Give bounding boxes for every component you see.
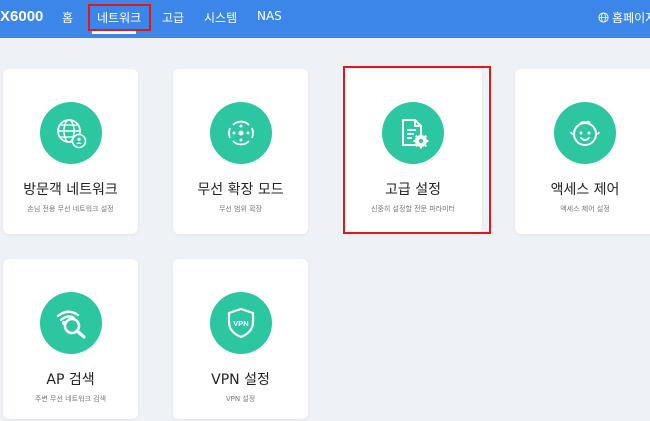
svg-text:VPN: VPN [233, 319, 248, 328]
globe-user-icon [39, 102, 102, 164]
homepage-link[interactable]: 홈페이지 [598, 9, 650, 26]
nav-nas[interactable]: NAS [257, 9, 282, 23]
vpn-shield-icon: VPN [209, 292, 272, 354]
card-access-control[interactable]: 액세스 제어 액세스 제어 설정 [515, 69, 650, 234]
nav-system[interactable]: 시스템 [204, 9, 237, 26]
card-description: 손님 전용 무선 네트워크 설정 [27, 205, 114, 213]
card-description: 무선 범위 확장 [218, 205, 263, 213]
document-gear-icon [382, 102, 444, 164]
card-wireless-extend[interactable]: 무선 확장 모드 무선 범위 확장 [173, 69, 308, 234]
signal-extend-icon [209, 102, 272, 164]
nav-network[interactable]: 네트워크 [97, 9, 141, 26]
nav-advanced[interactable]: 고급 [162, 9, 184, 26]
card-vpn-settings[interactable]: VPN VPN 설정 VPN 설정 [173, 259, 308, 419]
top-nav-bar: X6000 홈 네트워크 고급 시스템 NAS 홈페이지 [0, 0, 650, 38]
card-ap-search[interactable]: AP 검색 주변 무선 네트워크 검색 [3, 259, 138, 419]
active-nav-indicator [92, 31, 136, 34]
brand-title: X6000 [0, 8, 44, 25]
card-title: VPN 설정 [211, 372, 270, 388]
card-advanced-settings[interactable]: 고급 설정 신중히 설정할 전문 파라미터 [344, 69, 482, 234]
card-title: 무선 확장 모드 [197, 182, 284, 198]
card-title: 액세스 제어 [550, 182, 620, 198]
globe-icon [598, 12, 609, 23]
card-description: 주변 무선 네트워크 검색 [34, 395, 107, 403]
card-description: VPN 설정 [225, 395, 256, 403]
nav-home[interactable]: 홈 [62, 9, 73, 26]
child-face-icon [554, 102, 616, 164]
homepage-link-label: 홈페이지 [612, 11, 650, 25]
card-title: 고급 설정 [385, 182, 441, 198]
card-title: AP 검색 [46, 372, 95, 388]
wifi-search-icon [39, 292, 102, 354]
card-title: 방문객 네트워크 [23, 182, 118, 198]
card-guest-network[interactable]: 방문객 네트워크 손님 전용 무선 네트워크 설정 [3, 69, 138, 234]
card-description: 신중히 설정할 전문 파라미터 [371, 205, 455, 213]
card-description: 액세스 제어 설정 [560, 205, 610, 213]
